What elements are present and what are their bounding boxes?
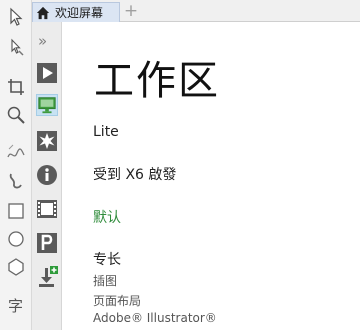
get-started-icon[interactable] [36,62,58,84]
workspace-option-adobe-illustrator[interactable]: Adobe® Illustrator® [93,311,217,325]
tab-label: 欢迎屏幕 [55,6,104,20]
rectangle-tool-icon[interactable] [4,200,28,222]
workspace-option-x6[interactable]: 受到 X6 啟發 [93,164,176,184]
docker-nav: » [32,22,62,330]
home-icon [35,5,51,21]
text-tool-icon[interactable]: 字 [4,294,28,316]
page-title: 工作区 [94,58,220,104]
freehand-tool-icon[interactable] [4,142,28,164]
tab-welcome-screen[interactable]: 欢迎屏幕 [32,2,120,22]
workspace-panel: 工作区 Lite 受到 X6 啟發 默认 专长 插图 页面布局 Adobe® I… [62,22,360,330]
tab-bar: 欢迎屏幕 + [32,0,360,22]
add-tab-button[interactable]: + [122,3,140,21]
whats-new-icon[interactable] [36,130,58,152]
get-more-icon[interactable] [36,232,58,254]
collapse-docker-icon[interactable]: » [38,32,47,50]
shape-tool-icon[interactable] [4,36,28,58]
ellipse-tool-icon[interactable] [4,228,28,250]
artistic-media-tool-icon[interactable] [4,170,28,192]
polygon-tool-icon[interactable] [4,256,28,278]
updates-icon[interactable] [36,266,58,288]
workspace-option-illustration[interactable]: 插图 [93,272,117,289]
gallery-icon[interactable] [36,198,58,220]
workspace-option-page-layout[interactable]: 页面布局 [93,292,141,309]
crop-tool-icon[interactable] [4,76,28,98]
workspace-option-default[interactable]: 默认 [93,207,121,227]
workspace-icon[interactable] [36,94,58,116]
toolbox: 字 [0,0,32,330]
svg-text:字: 字 [8,297,23,315]
zoom-tool-icon[interactable] [4,104,28,126]
info-icon[interactable] [36,164,58,186]
specialty-heading: 专长 [93,252,121,268]
pick-tool-icon[interactable] [4,6,28,28]
workspace-option-lite[interactable]: Lite [93,124,119,140]
